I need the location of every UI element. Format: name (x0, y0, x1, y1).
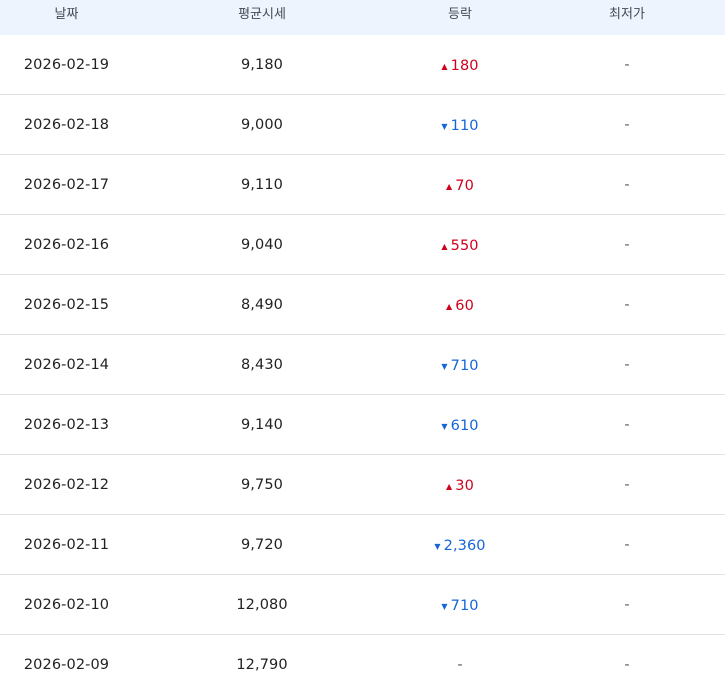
table-row: 2026-02-10 12,080 ▼ 710 - (0, 575, 725, 635)
table-row: 2026-02-09 12,790 - - (0, 635, 725, 694)
column-header-date: 날짜 (54, 7, 79, 22)
cell-avg-price: 9,040 (240, 236, 283, 253)
cell-date: 2026-02-16 (23, 236, 110, 253)
cell-date: 2026-02-12 (23, 476, 110, 493)
triangle-up-icon: ▲ (446, 481, 453, 491)
change-value: ▲ 30 (446, 477, 474, 494)
table-row: 2026-02-13 9,140 ▼ 610 - (0, 395, 725, 455)
cell-change: ▼ 110 (391, 116, 529, 134)
cell-lowest: - (624, 296, 630, 313)
cell-avg-price: 9,750 (240, 476, 283, 493)
cell-avg-price: 9,180 (240, 56, 283, 73)
cell-change: ▼ 710 (391, 596, 529, 614)
cell-lowest: - (624, 596, 630, 613)
column-header-lowest: 최저가 (609, 7, 645, 22)
change-value: ▲ 70 (446, 177, 474, 194)
cell-date: 2026-02-19 (23, 56, 110, 73)
change-value: ▼ 710 (441, 357, 479, 374)
triangle-down-icon: ▼ (441, 361, 448, 371)
table-row: 2026-02-17 9,110 ▲ 70 - (0, 155, 725, 215)
table-row: 2026-02-14 8,430 ▼ 710 - (0, 335, 725, 395)
price-history-table: 날짜 평균시세 등락 최저가 2026-02-19 9,180 ▲ 180 - 2… (0, 0, 725, 694)
table-row: 2026-02-16 9,040 ▲ 550 - (0, 215, 725, 275)
cell-lowest: - (624, 476, 630, 493)
triangle-up-icon: ▲ (446, 181, 453, 191)
cell-change: ▼ 710 (391, 356, 529, 374)
triangle-down-icon: ▼ (441, 421, 448, 431)
cell-change: ▼ 610 (391, 416, 529, 434)
cell-lowest: - (624, 656, 630, 673)
cell-avg-price: 9,110 (240, 176, 283, 193)
cell-avg-price: 8,430 (240, 356, 283, 373)
cell-date: 2026-02-15 (23, 296, 110, 313)
cell-date: 2026-02-14 (23, 356, 110, 373)
cell-date: 2026-02-10 (23, 596, 110, 613)
cell-lowest: - (624, 176, 630, 193)
change-value: ▼ 610 (441, 417, 479, 434)
cell-change: ▲ 550 (391, 236, 529, 254)
triangle-up-icon: ▲ (441, 61, 448, 71)
cell-lowest: - (624, 116, 630, 133)
change-value: ▼ 110 (441, 117, 479, 134)
cell-lowest: - (624, 56, 630, 73)
cell-lowest: - (624, 236, 630, 253)
cell-change: ▲ 70 (391, 176, 529, 194)
column-header-avg-price: 평균시세 (238, 7, 286, 22)
change-value: ▼ 710 (441, 597, 479, 614)
cell-lowest: - (624, 416, 630, 433)
change-value: ▲ 550 (441, 237, 479, 254)
cell-date: 2026-02-17 (23, 176, 110, 193)
cell-change: - (457, 656, 463, 673)
column-header-change: 등락 (448, 7, 472, 22)
cell-avg-price: 12,790 (236, 656, 288, 673)
table-row: 2026-02-19 9,180 ▲ 180 - (0, 35, 725, 95)
triangle-up-icon: ▲ (446, 301, 453, 311)
cell-avg-price: 8,490 (240, 296, 283, 313)
table-row: 2026-02-18 9,000 ▼ 110 - (0, 95, 725, 155)
table-row: 2026-02-12 9,750 ▲ 30 - (0, 455, 725, 515)
cell-change: ▲ 180 (391, 56, 529, 74)
cell-lowest: - (624, 356, 630, 373)
cell-date: 2026-02-18 (23, 116, 110, 133)
cell-date: 2026-02-11 (23, 536, 110, 553)
cell-change: ▼ 2,360 (391, 536, 529, 554)
cell-avg-price: 12,080 (236, 596, 288, 613)
change-value: ▲ 180 (441, 57, 479, 74)
table-row: 2026-02-11 9,720 ▼ 2,360 - (0, 515, 725, 575)
cell-avg-price: 9,720 (240, 536, 283, 553)
change-value: ▲ 60 (446, 297, 474, 314)
cell-date: 2026-02-09 (23, 656, 110, 673)
table-row: 2026-02-15 8,490 ▲ 60 - (0, 275, 725, 335)
triangle-down-icon: ▼ (434, 541, 441, 551)
cell-change: ▲ 60 (391, 296, 529, 314)
change-value: ▼ 2,360 (434, 537, 486, 554)
cell-lowest: - (624, 536, 630, 553)
cell-date: 2026-02-13 (23, 416, 110, 433)
triangle-down-icon: ▼ (441, 601, 448, 611)
cell-avg-price: 9,140 (240, 416, 283, 433)
triangle-down-icon: ▼ (441, 121, 448, 131)
table-header: 날짜 평균시세 등락 최저가 (0, 0, 725, 35)
cell-avg-price: 9,000 (240, 116, 283, 133)
triangle-up-icon: ▲ (441, 241, 448, 251)
cell-change: ▲ 30 (391, 476, 529, 494)
